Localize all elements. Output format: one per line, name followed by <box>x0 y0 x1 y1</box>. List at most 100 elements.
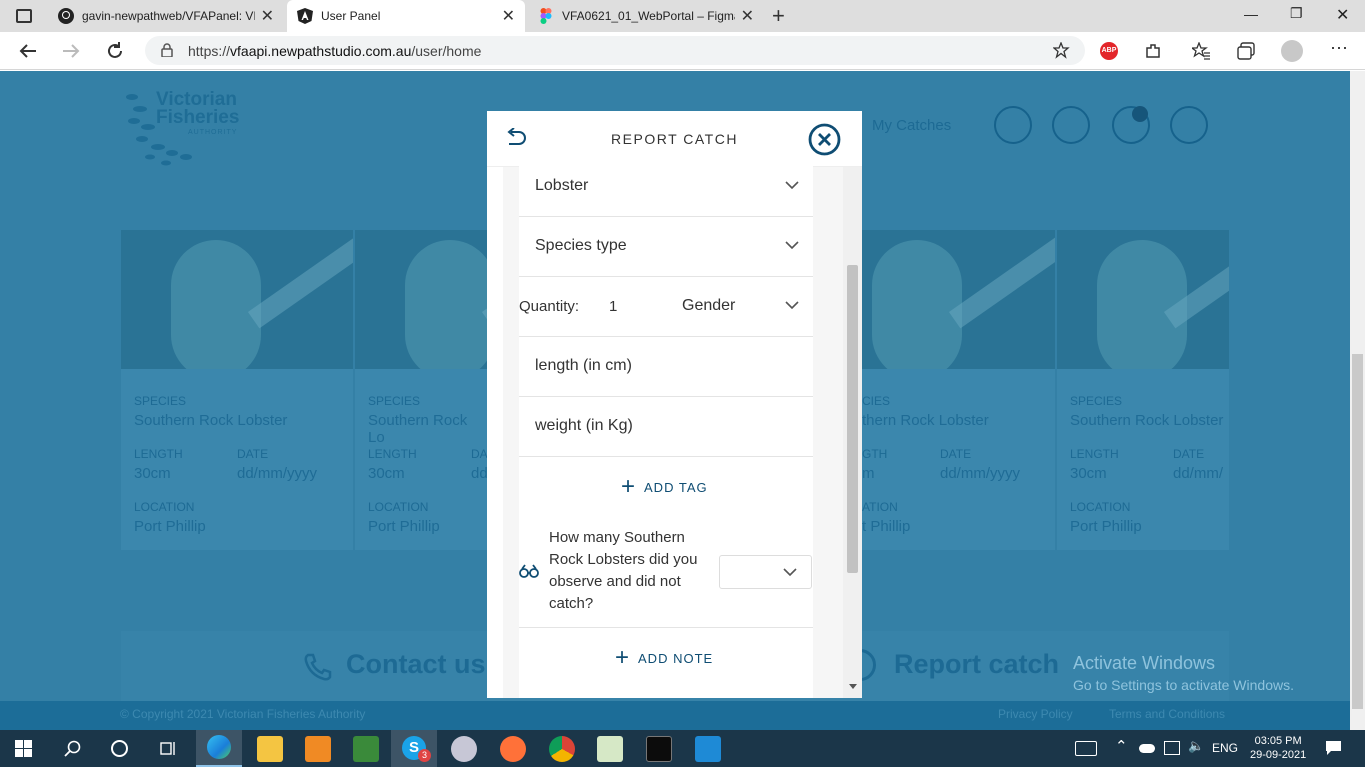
vfa-logo[interactable]: Victorian Fisheries AUTHORITY <box>120 87 260 167</box>
observed-count-select[interactable] <box>719 555 812 589</box>
windows-start-icon[interactable] <box>15 740 32 757</box>
location-value: Port Phillip <box>368 518 440 535</box>
site-footer: © Copyright 2021 Victorian Fisheries Aut… <box>0 701 1350 730</box>
tray-chevron-icon[interactable]: ⌃ <box>1115 737 1128 755</box>
lobster-image <box>1057 230 1229 369</box>
user-icon[interactable] <box>1170 106 1208 144</box>
species-type-placeholder: Species type <box>535 237 627 254</box>
privacy-link[interactable]: Privacy Policy <box>998 707 1073 721</box>
location-value: Port Phillip <box>1070 518 1142 535</box>
scroll-down-arrow-icon[interactable] <box>849 684 857 689</box>
species-value: thern Rock Lobster <box>862 412 989 429</box>
contact-us-link[interactable]: Contact us <box>346 649 486 680</box>
chevron-down-icon <box>785 301 799 310</box>
species-label: SPECIES <box>368 394 421 408</box>
terminal-icon[interactable] <box>646 736 672 762</box>
catch-card[interactable]: SPECIES Southern Rock Lobster LENGTH 30c… <box>1057 230 1229 550</box>
location-icon[interactable] <box>994 106 1032 144</box>
location-label: LOCATION <box>1070 500 1131 514</box>
restore-button[interactable]: ❐ <box>1290 5 1303 22</box>
language-indicator[interactable]: ENG <box>1212 741 1238 755</box>
close-tab-icon[interactable]: ✕ <box>261 6 274 26</box>
file-explorer-icon[interactable] <box>257 736 283 762</box>
quantity-gender-row: Quantity: 1 Gender <box>519 277 813 337</box>
page-scrollbar[interactable] <box>1350 71 1365 730</box>
vscode-icon[interactable] <box>695 736 721 762</box>
gender-select[interactable]: Gender <box>682 297 735 315</box>
lobster-image <box>121 230 353 369</box>
add-note-button[interactable]: + ADD NOTE <box>615 646 713 670</box>
date-label: DA <box>471 447 488 461</box>
close-icon[interactable] <box>808 123 841 156</box>
modal-scrollbar-thumb[interactable] <box>847 265 858 573</box>
app-icon[interactable] <box>353 736 379 762</box>
species-label: SPECIES <box>134 394 187 408</box>
browser-tab-strip: gavin-newpathweb/VFAPanel: VF ✕ User Pan… <box>0 0 1365 32</box>
keyboard-icon[interactable] <box>1075 741 1097 756</box>
refresh-icon[interactable] <box>104 40 126 62</box>
tab-github[interactable]: gavin-newpathweb/VFAPanel: VF ✕ <box>48 0 284 32</box>
catch-card[interactable]: SPECIES Southern Rock Lobster LENGTH 30c… <box>121 230 353 550</box>
location-value: Port Phillip <box>134 518 206 535</box>
paint-icon[interactable] <box>451 736 477 762</box>
date-value: dd <box>471 465 488 482</box>
taskbar-clock[interactable]: 03:05 PM 29-09-2021 <box>1250 734 1306 762</box>
firefox-icon[interactable] <box>500 736 526 762</box>
add-favorite-icon[interactable] <box>1053 42 1071 60</box>
back-icon[interactable] <box>17 40 39 62</box>
minimize-button[interactable]: — <box>1244 6 1258 22</box>
length-input[interactable]: length (in cm) <box>519 337 813 397</box>
species-select[interactable]: Lobster <box>519 157 813 217</box>
url-path: /user/home <box>411 43 482 59</box>
species-value: Southern Rock Lo <box>368 412 468 446</box>
notepad-icon[interactable] <box>597 736 623 762</box>
task-view-icon[interactable] <box>159 740 177 757</box>
chevron-down-icon <box>783 568 797 577</box>
page-scrollbar-thumb[interactable] <box>1352 354 1363 709</box>
favorites-icon[interactable] <box>1192 42 1210 60</box>
collections-icon[interactable] <box>1237 42 1255 60</box>
catch-card[interactable]: SPECIES Southern Rock Lo LENGTH 30cm DA … <box>355 230 488 550</box>
nav-my-catches[interactable]: My Catches <box>872 117 951 134</box>
onedrive-icon[interactable] <box>1139 744 1155 753</box>
skype-icon[interactable]: S 3 <box>391 730 437 767</box>
fishing-icon[interactable] <box>1052 106 1090 144</box>
tab-user-panel[interactable]: User Panel ✕ <box>287 0 525 32</box>
forward-icon[interactable] <box>60 40 82 62</box>
extensions-icon[interactable] <box>1144 42 1162 60</box>
url-bar[interactable]: https://vfaapi.newpathstudio.com.au/user… <box>145 36 1085 65</box>
tab-figma[interactable]: VFA0621_01_WebPortal – Figma ✕ <box>528 0 764 32</box>
tab-actions-icon[interactable] <box>16 9 32 23</box>
observed-row: How many Southern Rock Lobsters did you … <box>519 517 813 628</box>
report-catch-link[interactable]: Report catch <box>894 649 1059 680</box>
add-tag-label: ADD TAG <box>644 479 708 495</box>
chrome-icon[interactable] <box>549 736 575 762</box>
catch-card[interactable]: CIES thern Rock Lobster GTH m DATE dd/mm… <box>862 230 1055 550</box>
volume-icon[interactable]: 🔈 <box>1188 738 1204 754</box>
quantity-input[interactable]: 1 <box>609 298 617 315</box>
profile-avatar[interactable] <box>1281 40 1303 62</box>
search-icon[interactable] <box>64 740 81 757</box>
activate-title: Activate Windows <box>1073 653 1216 673</box>
weight-input[interactable]: weight (in Kg) <box>519 397 813 457</box>
edge-taskbar-icon[interactable] <box>196 730 242 767</box>
report-catch-modal: REPORT CATCH Lobster Species type Quanti… <box>487 111 862 698</box>
close-window-button[interactable]: ✕ <box>1336 5 1349 25</box>
new-tab-button[interactable]: + <box>772 3 785 29</box>
network-icon[interactable] <box>1164 741 1180 755</box>
adblock-icon[interactable]: ABP <box>1100 42 1118 60</box>
species-value: Southern Rock Lobster <box>134 412 288 429</box>
add-tag-button[interactable]: + ADD TAG <box>621 475 708 499</box>
terms-link[interactable]: Terms and Conditions <box>1109 707 1225 721</box>
sublime-icon[interactable] <box>305 736 331 762</box>
url-text: https://vfaapi.newpathstudio.com.au/user… <box>188 43 481 59</box>
species-type-select[interactable]: Species type <box>519 217 813 277</box>
clock-date: 29-09-2021 <box>1250 749 1307 761</box>
settings-more-icon[interactable]: ⋯ <box>1330 38 1348 59</box>
figma-icon <box>540 8 552 24</box>
notifications-icon[interactable] <box>1325 740 1342 756</box>
phone-icon <box>304 653 332 681</box>
cortana-icon[interactable] <box>111 740 128 757</box>
close-tab-icon[interactable]: ✕ <box>502 6 515 26</box>
close-tab-icon[interactable]: ✕ <box>741 6 754 26</box>
